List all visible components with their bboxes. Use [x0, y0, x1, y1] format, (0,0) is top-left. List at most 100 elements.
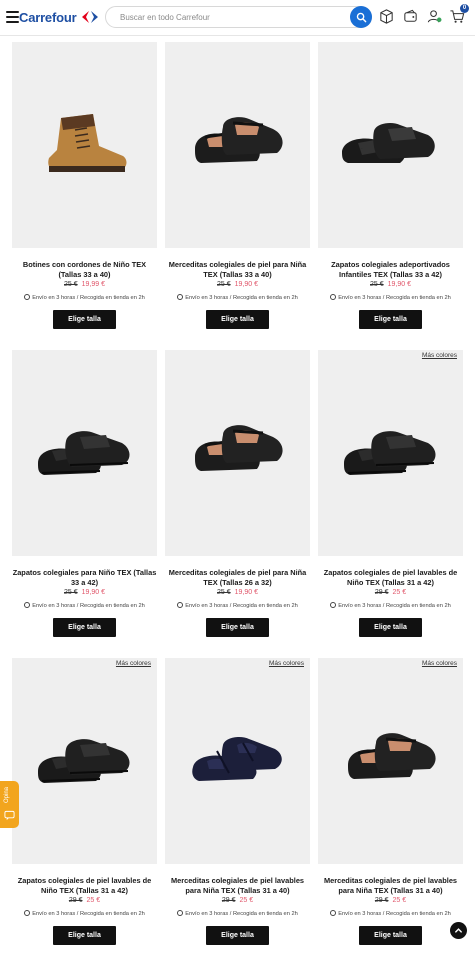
delivery-text: Envío en 3 horas / Recogida en tienda en… — [32, 603, 145, 609]
delivery-text: Envío en 3 horas / Recogida en tienda en… — [185, 911, 298, 917]
sale-price: 25 € — [392, 589, 407, 596]
wallet-icon[interactable] — [402, 8, 419, 25]
product-image[interactable] — [318, 42, 463, 248]
clock-icon — [330, 294, 337, 300]
product-title[interactable]: Zapatos colegiales adeportivados Infanti… — [318, 260, 463, 279]
cart-count-badge: 0 — [460, 4, 469, 13]
product-title[interactable]: Merceditas colegiales de piel lavables p… — [165, 876, 310, 895]
product-title[interactable]: Botines con cordones de Niño TEX (Tallas… — [12, 260, 157, 279]
old-price: 25 € — [217, 589, 231, 596]
product-card: Más colores Zapatos colegiales de piel la… — [318, 350, 463, 650]
brand-logo[interactable]: Carrefour — [19, 8, 101, 26]
old-price: 25 € — [370, 281, 384, 288]
old-price: 29 € — [221, 897, 236, 904]
choose-size-button[interactable]: Elige talla — [206, 618, 269, 637]
delivery-info: Envío en 3 horas / Recogida en tienda en… — [12, 294, 157, 301]
product-price: 29 €25 € — [318, 897, 463, 904]
sale-price: 25 € — [392, 897, 407, 904]
user-icon[interactable] — [426, 8, 443, 25]
product-image[interactable] — [165, 350, 310, 556]
cart-button[interactable]: 0 — [449, 4, 469, 25]
product-image[interactable] — [12, 350, 157, 556]
sale-price: 19,90 € — [81, 589, 105, 596]
more-colors-link[interactable]: Más colores — [422, 660, 457, 667]
delivery-text: Envío en 3 horas / Recogida en tienda en… — [338, 295, 451, 301]
clock-icon — [177, 602, 184, 608]
delivery-info: Envío en 3 horas / Recogida en tienda en… — [12, 910, 157, 917]
choose-size-button[interactable]: Elige talla — [53, 618, 116, 637]
menu-icon[interactable] — [6, 11, 19, 23]
product-card: Merceditas colegiales de piel para Niña … — [165, 42, 310, 342]
choose-size-button[interactable]: Elige talla — [206, 926, 269, 945]
product-price: 25 €19,90 € — [165, 589, 310, 596]
product-price: 29 €25 € — [12, 897, 157, 904]
feedback-label: Opina — [4, 786, 10, 803]
clock-icon — [24, 602, 31, 608]
product-title[interactable]: Zapatos colegiales para Niño TEX (Tallas… — [12, 568, 157, 587]
product-image[interactable]: Más colores — [12, 658, 157, 864]
search-input[interactable] — [120, 10, 350, 25]
clock-icon — [330, 602, 337, 608]
choose-size-button[interactable]: Elige talla — [53, 926, 116, 945]
product-card: Zapatos colegiales para Niño TEX (Tallas… — [12, 350, 157, 650]
product-image[interactable] — [12, 42, 157, 248]
delivery-info: Envío en 3 horas / Recogida en tienda en… — [318, 910, 463, 917]
old-price: 29 € — [374, 589, 389, 596]
sale-price: 19,99 € — [81, 281, 105, 288]
delivery-text: Envío en 3 horas / Recogida en tienda en… — [32, 295, 145, 301]
product-image[interactable] — [165, 42, 310, 248]
delivery-info: Envío en 3 horas / Recogida en tienda en… — [165, 602, 310, 609]
old-price: 29 € — [374, 897, 389, 904]
old-price: 29 € — [68, 897, 83, 904]
delivery-text: Envío en 3 horas / Recogida en tienda en… — [32, 911, 145, 917]
product-title[interactable]: Zapatos colegiales de piel lavables de N… — [318, 568, 463, 587]
feedback-chat-icon — [4, 810, 15, 821]
sale-price: 19,90 € — [234, 281, 258, 288]
product-price: 25 €19,90 € — [12, 589, 157, 596]
product-image[interactable]: Más colores — [165, 658, 310, 864]
clock-icon — [177, 910, 184, 916]
choose-size-button[interactable]: Elige talla — [359, 926, 422, 945]
product-title[interactable]: Merceditas colegiales de piel para Niña … — [165, 260, 310, 279]
product-card: Más colores Merceditas colegiales de piel… — [165, 658, 310, 958]
sale-price: 19,90 € — [234, 589, 258, 596]
carrefour-logo-icon — [82, 11, 99, 23]
top-bar: Carrefour 0 — [0, 0, 475, 36]
delivery-text: Envío en 3 horas / Recogida en tienda en… — [185, 603, 298, 609]
more-colors-link[interactable]: Más colores — [422, 352, 457, 359]
feedback-tab[interactable]: Opina — [0, 781, 19, 828]
more-colors-link[interactable]: Más colores — [269, 660, 304, 667]
product-title[interactable]: Zapatos colegiales de piel lavables de N… — [12, 876, 157, 895]
product-title[interactable]: Merceditas colegiales de piel lavables p… — [318, 876, 463, 895]
choose-size-button[interactable]: Elige talla — [206, 310, 269, 329]
sale-price: 25 € — [86, 897, 101, 904]
product-price: 25 €19,90 € — [318, 281, 463, 288]
more-colors-link[interactable]: Más colores — [116, 660, 151, 667]
product-price: 29 €25 € — [165, 897, 310, 904]
old-price: 25 € — [217, 281, 231, 288]
chevron-up-icon — [455, 928, 462, 933]
product-price: 25 €19,99 € — [12, 281, 157, 288]
delivery-info: Envío en 3 horas / Recogida en tienda en… — [12, 602, 157, 609]
choose-size-button[interactable]: Elige talla — [53, 310, 116, 329]
product-card: Más colores Merceditas colegiales de piel… — [318, 658, 463, 958]
delivery-info: Envío en 3 horas / Recogida en tienda en… — [318, 294, 463, 301]
sale-price: 19,90 € — [387, 281, 411, 288]
choose-size-button[interactable]: Elige talla — [359, 618, 422, 637]
sale-price: 25 € — [239, 897, 254, 904]
choose-size-button[interactable]: Elige talla — [359, 310, 422, 329]
box-icon[interactable] — [378, 8, 395, 25]
product-title[interactable]: Merceditas colegiales de piel para Niña … — [165, 568, 310, 587]
product-card: Merceditas colegiales de piel para Niña … — [165, 350, 310, 650]
old-price: 25 € — [64, 589, 78, 596]
product-image[interactable]: Más colores — [318, 658, 463, 864]
brand-name: Carrefour — [19, 9, 77, 25]
delivery-info: Envío en 3 horas / Recogida en tienda en… — [165, 294, 310, 301]
product-card: Botines con cordones de Niño TEX (Tallas… — [12, 42, 157, 342]
product-image[interactable]: Más colores — [318, 350, 463, 556]
product-price: 25 €19,90 € — [165, 281, 310, 288]
scroll-to-top-button[interactable] — [450, 922, 467, 939]
clock-icon — [330, 910, 337, 916]
product-price: 29 €25 € — [318, 589, 463, 596]
search-button[interactable] — [350, 6, 372, 28]
